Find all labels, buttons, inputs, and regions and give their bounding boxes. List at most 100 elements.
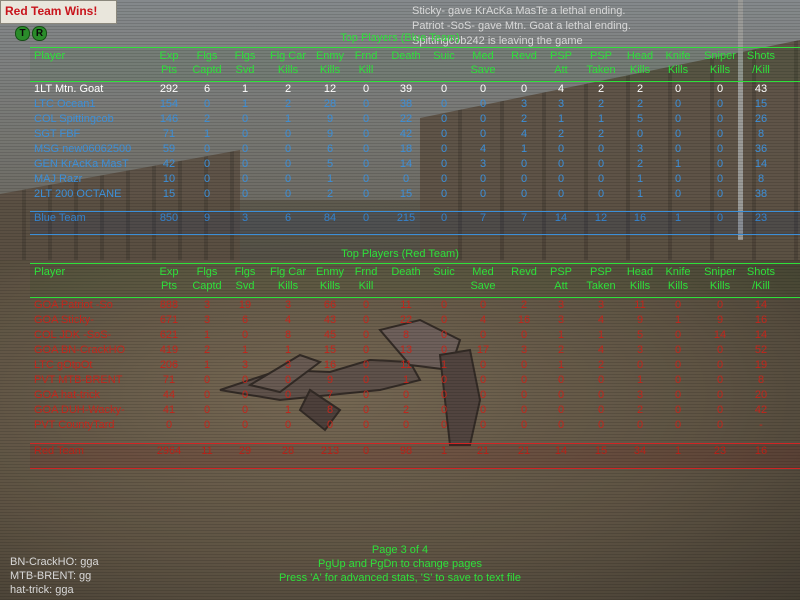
stat-cell: 0 (674, 419, 682, 431)
stat-cell: 0 (440, 158, 448, 170)
column-header-line: PSP (589, 50, 612, 62)
stat-cell: 5 (636, 113, 644, 125)
stat-cell: 1 (674, 158, 682, 170)
player-row: COL Spittingcob 146 2 0 1 9 0 22 0 0 2 1 1 5 0 0 26 (30, 112, 780, 127)
stat-cell: 0 (203, 173, 211, 185)
stat-cell: 0 (362, 173, 370, 185)
stat-cell: 2 (597, 98, 605, 110)
stat-cell: 0 (362, 143, 370, 155)
chat-log-bottom: BN-CrackHO: gga MTB-BRENT: gg hat-trick:… (10, 555, 99, 597)
stat-cell: 0 (674, 359, 682, 371)
stat-cell: 0 (479, 299, 487, 311)
player-name: MSG new06062500 (34, 143, 132, 155)
column-header: Suic (428, 49, 460, 77)
stat-cell: 1 (557, 359, 565, 371)
stat-cell: 0 (674, 374, 682, 386)
stat-cell: 0 (284, 158, 292, 170)
stat-cell: 2 (284, 98, 292, 110)
stat-cell: 0 (597, 389, 605, 401)
column-header: Exp Pts (150, 265, 188, 293)
stat-cell: 0 (674, 128, 682, 140)
column-header: Med Save (460, 49, 506, 77)
player-row: PVT MTB-BRENT 71 0 0 0 9 0 1 0 0 0 0 0 1 0 0 8 (30, 373, 780, 388)
player-row: GOA BN-CrackHO 419 2 1 1 15 0 13 0 17 3 2 4 3 0 0 52 (30, 343, 780, 358)
stat-cell: 0 (674, 389, 682, 401)
column-header-line: Knife (665, 266, 691, 278)
stat-cell: 0 (241, 143, 249, 155)
stat-cell: 0 (520, 419, 528, 431)
column-header: Shots/Kill (742, 49, 780, 77)
column-header-line: Kills (277, 280, 299, 292)
stat-cell: 0 (284, 128, 292, 140)
stat-cell: 0 (716, 188, 724, 200)
column-header-line: Shots (746, 50, 776, 62)
column-header: PSP Taken (580, 265, 622, 293)
stat-cell: 1 (597, 113, 605, 125)
stat-cell: 3 (479, 158, 487, 170)
player-name: LTC gOtpOt (34, 359, 93, 371)
player-name: GEN KrAcKa MasT (34, 158, 129, 170)
stat-cell: 0 (479, 128, 487, 140)
blue-total-band (30, 211, 800, 235)
column-header: Flg Car Kills (264, 265, 312, 293)
stat-cell: 0 (597, 188, 605, 200)
stat-cell: 0 (326, 419, 334, 431)
stat-cell: 0 (520, 173, 528, 185)
blue-team-table: Player Exp Pts Flgs Captd Flgs Svd Flg Car Kills… (30, 49, 780, 226)
stat-cell: 0 (362, 98, 370, 110)
stat-cell: 0 (284, 188, 292, 200)
stat-cell: 3 (557, 299, 565, 311)
stat-cell: 22 (399, 113, 413, 125)
stat-cell: 2 (557, 128, 565, 140)
stat-cell: 4 (597, 314, 605, 326)
column-header: Revd (506, 265, 542, 293)
column-header: PSP Taken (580, 49, 622, 77)
column-header: PSP Att (542, 49, 580, 77)
stat-cell: 0 (674, 143, 682, 155)
stat-cell: 0 (241, 113, 249, 125)
stat-cell: 8 (284, 329, 292, 341)
stat-cell: 14 (754, 158, 768, 170)
stat-cell: 14 (754, 329, 768, 341)
stat-cell: 38 (754, 188, 768, 200)
stat-cell: 0 (362, 299, 370, 311)
red-team-title: Top Players (Red Team) (341, 248, 459, 260)
column-header: Sniper Kills (698, 49, 742, 77)
stat-cell: 0 (479, 113, 487, 125)
stat-cell: 0 (716, 344, 724, 356)
stat-cell: 2 (326, 188, 334, 200)
stat-cell: 0 (557, 374, 565, 386)
column-header-line: Att (554, 64, 568, 76)
stat-cell: 9 (636, 314, 644, 326)
stat-cell: 3 (241, 359, 249, 371)
stat-cell: 0 (440, 173, 448, 185)
column-header: Sniper Kills (698, 265, 742, 293)
column-header-line: Frnd (354, 50, 378, 62)
column-header: Revd (506, 49, 542, 77)
column-header-line: Exp (159, 266, 179, 278)
stat-cell: 146 (159, 113, 179, 125)
chat-line: Sticky- gave KrAcKa MasTe a lethal endin… (412, 5, 626, 17)
stat-cell: 0 (636, 419, 644, 431)
column-header-line: Med (472, 50, 494, 62)
win-banner-text: Red Team Wins! (5, 4, 98, 18)
stat-cell: 0 (241, 158, 249, 170)
column-header: Death (384, 49, 428, 77)
column-header-line: Kills (709, 64, 731, 76)
stat-cell: 0 (557, 158, 565, 170)
stat-cell: 1 (636, 173, 644, 185)
stat-cell: 0 (284, 419, 292, 431)
column-header-line: Kill (358, 280, 374, 292)
stat-cell: 0 (479, 374, 487, 386)
stat-cell: 4 (479, 143, 487, 155)
stat-cell: 0 (362, 314, 370, 326)
player-row: MAJ Razr 10 0 0 0 1 0 0 0 0 0 0 0 1 0 0 8 (30, 172, 780, 187)
column-header-line: Kills (667, 280, 689, 292)
column-header: Player (30, 265, 150, 293)
column-header-line: Frnd (354, 266, 378, 278)
column-header: Med Save (460, 265, 506, 293)
stat-cell: 5 (636, 329, 644, 341)
column-header-line: Svd (235, 280, 255, 292)
stat-cell: 43 (323, 314, 337, 326)
stat-cell: 11 (634, 299, 646, 311)
